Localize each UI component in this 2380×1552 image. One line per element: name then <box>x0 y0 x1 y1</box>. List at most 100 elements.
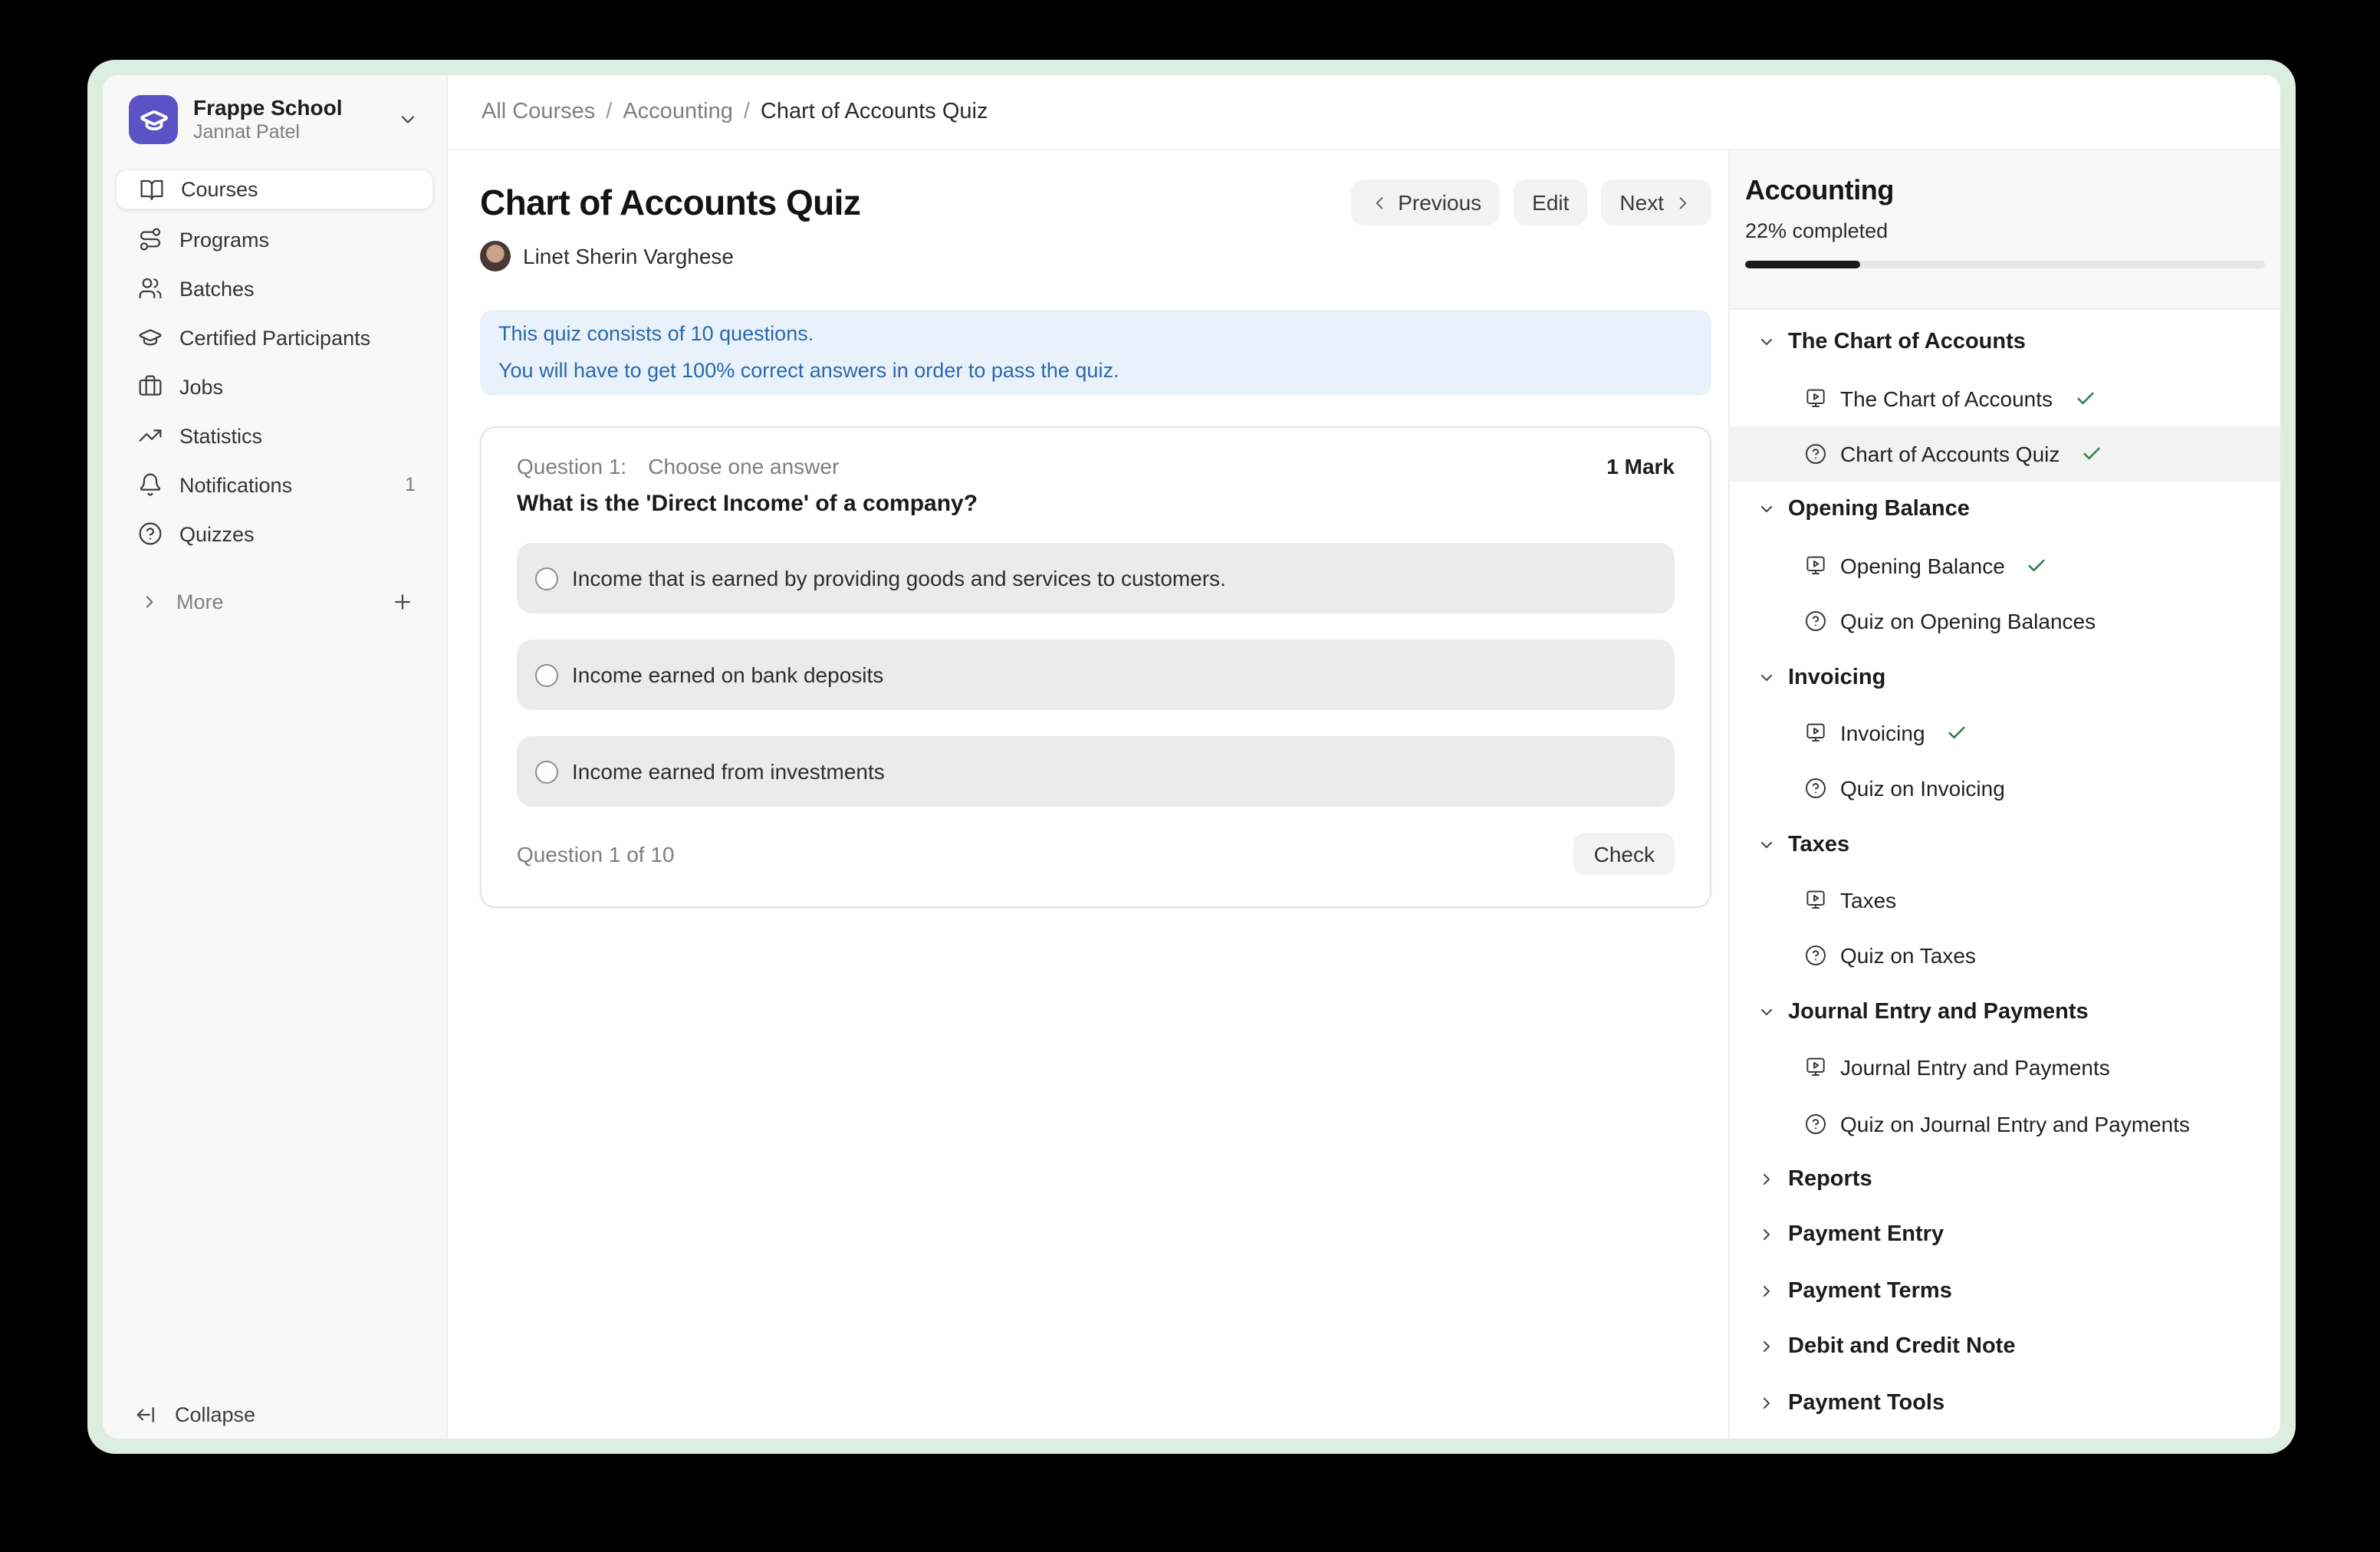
lesson-title: Journal Entry and Payments <box>1840 1056 2110 1080</box>
quiz-icon <box>1803 944 1828 968</box>
chapter-title: Payment Terms <box>1788 1279 1952 1304</box>
sidebar-item-jobs[interactable]: Jobs <box>115 362 434 411</box>
collapse-sidebar-button[interactable]: Collapse <box>135 1403 255 1426</box>
question-number: Question 1: <box>517 454 626 478</box>
graduation-cap-icon <box>138 325 163 350</box>
chapter-row-taxes[interactable]: Taxes <box>1730 817 2280 873</box>
chapter-title: Debit and Credit Note <box>1788 1334 2015 1359</box>
sidebar-item-label: Batches <box>179 277 255 300</box>
lesson-row-quiz-on-opening-balances[interactable]: Quiz on Opening Balances <box>1730 594 2280 649</box>
brand-text: Frappe School Jannat Patel <box>193 95 342 144</box>
chapter-title: Taxes <box>1788 832 1849 857</box>
course-completed-label: 22% completed <box>1745 219 2265 242</box>
chapter-row-invoicing[interactable]: Invoicing <box>1730 649 2280 705</box>
chapter-row-reports[interactable]: Reports <box>1730 1152 2280 1208</box>
sidebar-item-batches[interactable]: Batches <box>115 264 434 313</box>
lesson-title: Opening Balance <box>1840 554 2005 578</box>
answer-option-1[interactable]: Income that is earned by providing goods… <box>517 543 1675 613</box>
next-button[interactable]: Next <box>1601 179 1711 225</box>
lesson-row-quiz-on-taxes[interactable]: Quiz on Taxes <box>1730 929 2280 985</box>
chapter-row-the-chart-of-accounts[interactable]: The Chart of Accounts <box>1730 314 2280 370</box>
radio-icon[interactable] <box>535 567 558 590</box>
quiz-toolbar: Previous Edit Next <box>1350 179 1711 225</box>
sidebar-item-programs[interactable]: Programs <box>115 215 434 264</box>
check-icon <box>1947 722 1968 744</box>
lesson-row-invoicing[interactable]: Invoicing <box>1730 705 2280 761</box>
chapter-title: Payment Entry <box>1788 1223 1944 1248</box>
answer-option-label: Income that is earned by providing goods… <box>572 566 1226 590</box>
sidebar-item-label: Programs <box>179 228 269 251</box>
breadcrumb-accounting[interactable]: Accounting <box>623 100 733 124</box>
lesson-row-opening-balance[interactable]: Opening Balance <box>1730 538 2280 594</box>
course-title: Accounting <box>1745 175 2265 207</box>
sidebar-item-statistics[interactable]: Statistics <box>115 411 434 460</box>
quiz-icon <box>1803 442 1828 466</box>
course-outline-sidebar: Accounting 22% completed The Chart of Ac… <box>1728 150 2280 1439</box>
more-label: More <box>176 590 224 613</box>
sidebar-item-notifications[interactable]: Notifications 1 <box>115 460 434 509</box>
chapter-row-debit-and-credit-note[interactable]: Debit and Credit Note <box>1730 1319 2280 1375</box>
chapter-row-journal-entry-and-payments[interactable]: Journal Entry and Payments <box>1730 984 2280 1040</box>
sidebar-item-label: Jobs <box>179 375 223 398</box>
previous-label: Previous <box>1398 190 1481 215</box>
chapter-row-payment-tools[interactable]: Payment Tools <box>1730 1375 2280 1431</box>
chapter-row-payment-terms[interactable]: Payment Terms <box>1730 1263 2280 1319</box>
chapter-row-opening-balance[interactable]: Opening Balance <box>1730 482 2280 538</box>
sidebar-item-label: Certified Participants <box>179 326 370 349</box>
course-outline-list: The Chart of Accounts The Chart of Accou… <box>1730 310 2280 1431</box>
workspace-switcher[interactable]: Frappe School Jannat Patel <box>129 95 434 144</box>
app-name: Frappe School <box>193 95 342 121</box>
trending-up-icon <box>138 423 163 448</box>
notice-line: This quiz consists of 10 questions. <box>498 316 1693 353</box>
edit-label: Edit <box>1532 190 1569 215</box>
answer-option-3[interactable]: Income earned from investments <box>517 736 1675 807</box>
quiz-icon <box>1803 777 1828 801</box>
breadcrumb-separator: / <box>744 100 750 124</box>
edit-button[interactable]: Edit <box>1514 179 1587 225</box>
users-icon <box>138 276 163 301</box>
radio-icon[interactable] <box>535 663 558 686</box>
breadcrumb-all-courses[interactable]: All Courses <box>482 100 595 124</box>
route-icon <box>138 227 163 252</box>
lesson-row-quiz-on-invoicing[interactable]: Quiz on Invoicing <box>1730 761 2280 817</box>
instructor-name: Linet Sherin Varghese <box>523 244 734 268</box>
lesson-title: Quiz on Invoicing <box>1840 777 2005 801</box>
lesson-title: Quiz on Taxes <box>1840 944 1976 968</box>
plus-icon[interactable] <box>391 590 414 613</box>
sidebar-item-label: Statistics <box>179 424 262 447</box>
quiz-notice-banner: This quiz consists of 10 questions. You … <box>480 310 1711 396</box>
check-icon <box>2074 387 2096 409</box>
chevron-right-icon <box>1673 192 1693 212</box>
lesson-row-taxes[interactable]: Taxes <box>1730 873 2280 929</box>
lesson-row-journal-entry-and-payments[interactable]: Journal Entry and Payments <box>1730 1040 2280 1096</box>
chevron-down-icon <box>1757 333 1776 351</box>
chapter-title: Opening Balance <box>1788 498 1970 522</box>
window-frame: Frappe School Jannat Patel Courses Progr… <box>87 60 2296 1454</box>
video-lesson-icon <box>1803 554 1828 578</box>
quiz-icon <box>1803 1111 1828 1136</box>
book-open-icon <box>140 177 164 202</box>
app-window: Frappe School Jannat Patel Courses Progr… <box>103 75 2280 1439</box>
question-footer: Question 1 of 10 Check <box>517 833 1675 876</box>
sidebar-item-certified-participants[interactable]: Certified Participants <box>115 313 434 362</box>
sidebar-item-quizzes[interactable]: Quizzes <box>115 509 434 558</box>
chapter-row-payment-entry[interactable]: Payment Entry <box>1730 1208 2280 1264</box>
sidebar-item-more[interactable]: More <box>115 580 434 623</box>
lesson-title: The Chart of Accounts <box>1840 386 2053 410</box>
previous-button[interactable]: Previous <box>1350 179 1500 225</box>
sidebar-item-courses[interactable]: Courses <box>115 169 434 210</box>
chevron-right-icon <box>140 591 159 611</box>
notice-line: You will have to get 100% correct answer… <box>498 353 1693 390</box>
lesson-row-quiz-on-journal-entry-and-payments[interactable]: Quiz on Journal Entry and Payments <box>1730 1096 2280 1152</box>
help-circle-icon <box>138 521 163 546</box>
question-header: Question 1: Choose one answer 1 Mark <box>517 454 1675 478</box>
check-button[interactable]: Check <box>1574 833 1675 876</box>
chevron-down-icon[interactable] <box>397 109 419 130</box>
video-lesson-icon <box>1803 721 1828 745</box>
answer-option-label: Income earned on bank deposits <box>572 663 883 687</box>
answer-option-2[interactable]: Income earned on bank deposits <box>517 640 1675 710</box>
lesson-row-chart-of-accounts-quiz[interactable]: Chart of Accounts Quiz <box>1730 426 2280 482</box>
lesson-row-the-chart-of-accounts[interactable]: The Chart of Accounts <box>1730 370 2280 426</box>
chevron-down-icon <box>1757 835 1776 853</box>
radio-icon[interactable] <box>535 760 558 783</box>
